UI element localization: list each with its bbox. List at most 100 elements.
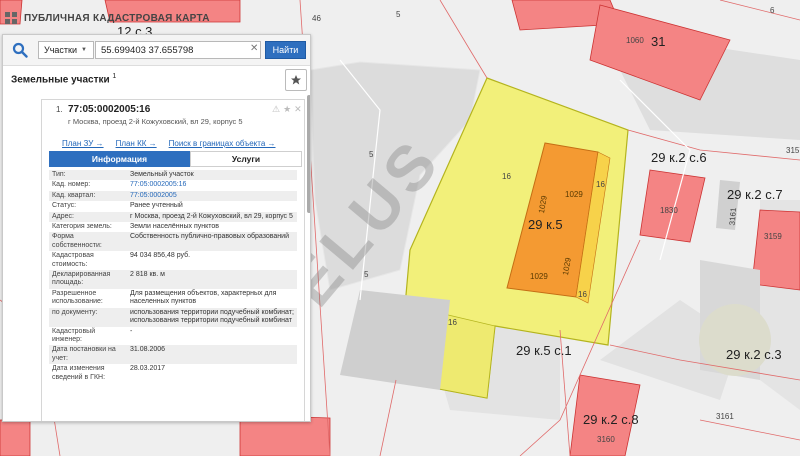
- link-plan-zu[interactable]: План ЗУ →: [62, 139, 104, 148]
- star-icon[interactable]: ★: [283, 104, 291, 115]
- building-number-label: 1830: [660, 206, 678, 215]
- clear-icon[interactable]: ✕: [250, 43, 258, 54]
- info-table: Тип: Земельный участок Кад. номер: 77:05:00…: [49, 170, 297, 383]
- app-header: ПУБЛИЧНАЯ КАДАСТРОВАЯ КАРТА: [4, 10, 210, 26]
- object-actions: ⚠ ★ ✕: [272, 104, 302, 115]
- table-row: по документу: использования территории по…: [49, 307, 297, 327]
- link-search-in-bounds[interactable]: Поиск в границах объекта →: [169, 139, 276, 148]
- table-row: Кадастровая стоимость: 94 034 856,48 руб.: [49, 251, 297, 270]
- favorite-button[interactable]: [285, 69, 307, 91]
- object-links: План ЗУ → План КК → Поиск в границах объ…: [62, 139, 276, 148]
- table-row: Форма собственности: Собственность публич…: [49, 232, 297, 252]
- row-value: -: [130, 327, 133, 335]
- table-row: Дата изменения сведений в ГКН: 28.03.2017: [49, 364, 297, 383]
- parcel-number-label: 46: [312, 14, 321, 23]
- building-label: 29 к.5 с.1: [516, 343, 572, 358]
- row-key: Дата изменения сведений в ГКН:: [52, 365, 106, 381]
- row-value: Земельный участок: [130, 171, 194, 178]
- table-row: Кад. номер: 77:05:0002005:16: [49, 180, 297, 190]
- building-number-label: 1029: [530, 272, 548, 281]
- table-row: Статус: Ранее учтенный: [49, 201, 297, 211]
- table-row: Дата постановки на учет: 31.08.2006: [49, 345, 297, 365]
- row-value: использования территории подучебный комб…: [130, 308, 294, 325]
- selected-building-label: 29 к.5: [528, 217, 563, 232]
- row-key: Статус:: [52, 202, 77, 210]
- table-row: Декларированная площадь: 2 818 кв. м: [49, 270, 297, 289]
- table-row: Кадастровый инженер: -: [49, 327, 297, 346]
- row-key: Категория земель:: [52, 223, 112, 231]
- row-value: 28.03.2017: [130, 365, 166, 373]
- search-bar: Участки ▼ ✕ Найти: [3, 35, 310, 66]
- panel-scrollbar[interactable]: [307, 95, 310, 213]
- table-row: Категория земель: Земли населённых пункто…: [49, 222, 297, 232]
- building-number-label: 1029: [565, 190, 583, 199]
- row-key: Кад. номер:: [52, 181, 91, 189]
- row-value[interactable]: 77:05:0002005: [127, 191, 297, 201]
- building-label: 29 к.2 с.7: [727, 187, 783, 202]
- building-number-label: 3159: [764, 232, 782, 241]
- row-key: по документу:: [52, 308, 98, 316]
- parcel-number-label: 6: [770, 6, 775, 15]
- row-key: Дата постановки на учет:: [52, 346, 116, 362]
- table-row: Кад. квартал: 77:05:0002005: [49, 190, 297, 202]
- warning-icon[interactable]: ⚠: [272, 104, 280, 115]
- tab-information[interactable]: Информация: [49, 151, 190, 167]
- find-button[interactable]: Найти: [265, 41, 306, 59]
- link-plan-kk[interactable]: План КК →: [116, 139, 157, 148]
- object-address: г Москва, проезд 2-й Кожуховский, вл 29,…: [68, 117, 243, 126]
- app-title: ПУБЛИЧНАЯ КАДАСТРОВАЯ КАРТА: [24, 12, 210, 24]
- row-value: 2 818 кв. м: [130, 271, 165, 279]
- object-card: 1. 77:05:0002005:16 г Москва, проезд 2-й…: [41, 99, 305, 421]
- parcel-number-label: 16: [578, 290, 587, 299]
- object-cadastral-number[interactable]: 77:05:0002005:16: [68, 104, 150, 115]
- table-row: Разрешенное использование: Для размещения…: [49, 289, 297, 308]
- search-type-label: Участки: [44, 45, 77, 55]
- parcel-number-label: 5: [396, 10, 401, 19]
- star-icon: [291, 75, 301, 85]
- table-row: Адрес: г Москва, проезд 2-й Кожуховский, …: [49, 211, 297, 223]
- building-number-label: 3157: [786, 146, 800, 155]
- chevron-down-icon: ▼: [81, 47, 87, 53]
- search-icon[interactable]: [7, 39, 33, 61]
- parcel-number-label: 5: [369, 150, 374, 159]
- info-panel: Участки ▼ ✕ Найти Земельные участки 1 1.…: [2, 34, 311, 422]
- object-tabs: Информация Услуги: [49, 151, 302, 167]
- building-number-label: 3160: [597, 435, 615, 444]
- row-value: Собственность публично-правовых образова…: [130, 233, 289, 241]
- tab-services[interactable]: Услуги: [190, 151, 302, 167]
- search-type-select[interactable]: Участки ▼: [38, 41, 94, 59]
- row-value: Для размещения объектов, характерных для…: [130, 289, 277, 306]
- building-label: 31: [651, 34, 666, 49]
- layer-title: Земельные участки 1: [11, 73, 116, 85]
- parcel-number-label: 16: [448, 318, 457, 327]
- building-number-label: 3161: [716, 412, 734, 421]
- row-key: Кадастровая стоимость:: [52, 252, 94, 268]
- row-key: Разрешенное использование:: [52, 289, 103, 306]
- row-key: Кадастровый инженер:: [52, 327, 96, 343]
- row-value: Ранее учтенный: [130, 202, 183, 210]
- building-label: 29 к.2 с.3: [726, 347, 782, 362]
- building-number-label: 3161: [727, 207, 739, 226]
- row-key: Адрес:: [52, 212, 74, 220]
- close-icon[interactable]: ✕: [294, 104, 302, 115]
- row-value[interactable]: 77:05:0002005:16: [127, 180, 297, 190]
- row-value: Земли населённых пунктов: [130, 223, 220, 231]
- layer-title-text: Земельные участки: [11, 74, 110, 86]
- search-input[interactable]: [95, 41, 261, 59]
- object-index: 1.: [56, 105, 63, 114]
- building-label: 29 к.2 с.8: [583, 412, 639, 427]
- row-key: Тип:: [52, 171, 66, 178]
- building-number-label: 1060: [626, 36, 644, 45]
- row-key: Декларированная площадь:: [52, 271, 111, 287]
- parcel-number-label: 16: [502, 172, 511, 181]
- table-row: Тип: Земельный участок: [49, 170, 297, 181]
- parcel-number-label: 16: [596, 180, 605, 189]
- row-key: Кад. квартал:: [52, 191, 96, 199]
- building-label: 29 к.2 с.6: [651, 150, 707, 165]
- row-key: Форма собственности:: [52, 233, 102, 249]
- row-value: 94 034 856,48 руб.: [130, 252, 191, 260]
- grid-logo-icon: [5, 12, 17, 24]
- layer-count: 1: [112, 73, 117, 80]
- row-value: г Москва, проезд 2-й Кожуховский, вл 29,…: [130, 212, 293, 220]
- parcel-number-label: 5: [364, 270, 369, 279]
